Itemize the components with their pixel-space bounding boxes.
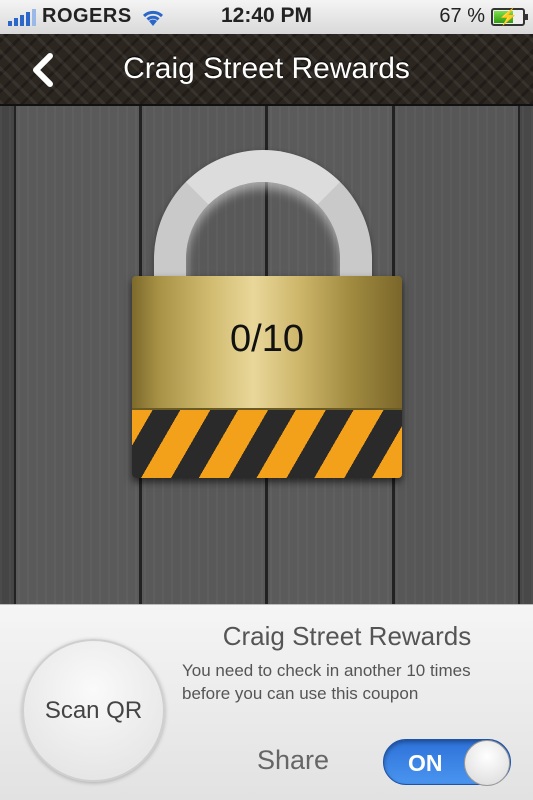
- toggle-knob[interactable]: [464, 740, 510, 786]
- status-bar: ROGERS 12:40 PM 67 % ⚡: [0, 0, 533, 34]
- share-label: Share: [257, 745, 330, 775]
- checkin-progress: 0/10: [230, 318, 304, 360]
- toggle-state-label: ON: [408, 750, 443, 776]
- charging-bolt-icon: ⚡: [498, 8, 518, 26]
- coupon-panel: Scan QR Craig Street Rewards You need to…: [0, 604, 533, 800]
- battery-percent: 67 %: [439, 5, 485, 27]
- page-title: Craig Street Rewards: [123, 52, 410, 85]
- padlock-body: 0/10: [132, 276, 402, 478]
- share-toggle[interactable]: ON: [383, 739, 511, 786]
- battery-icon: ⚡: [491, 7, 528, 26]
- status-right: 67 % ⚡: [439, 5, 528, 28]
- coupon-description: You need to check in another 10 times be…: [182, 661, 471, 703]
- padlock-graphic: 0/10: [132, 150, 402, 480]
- navigation-bar: Craig Street Rewards: [0, 34, 533, 106]
- coupon-title: Craig Street Rewards: [222, 621, 472, 651]
- scan-qr-button[interactable]: Scan QR: [22, 639, 165, 782]
- hazard-stripes: [132, 408, 402, 478]
